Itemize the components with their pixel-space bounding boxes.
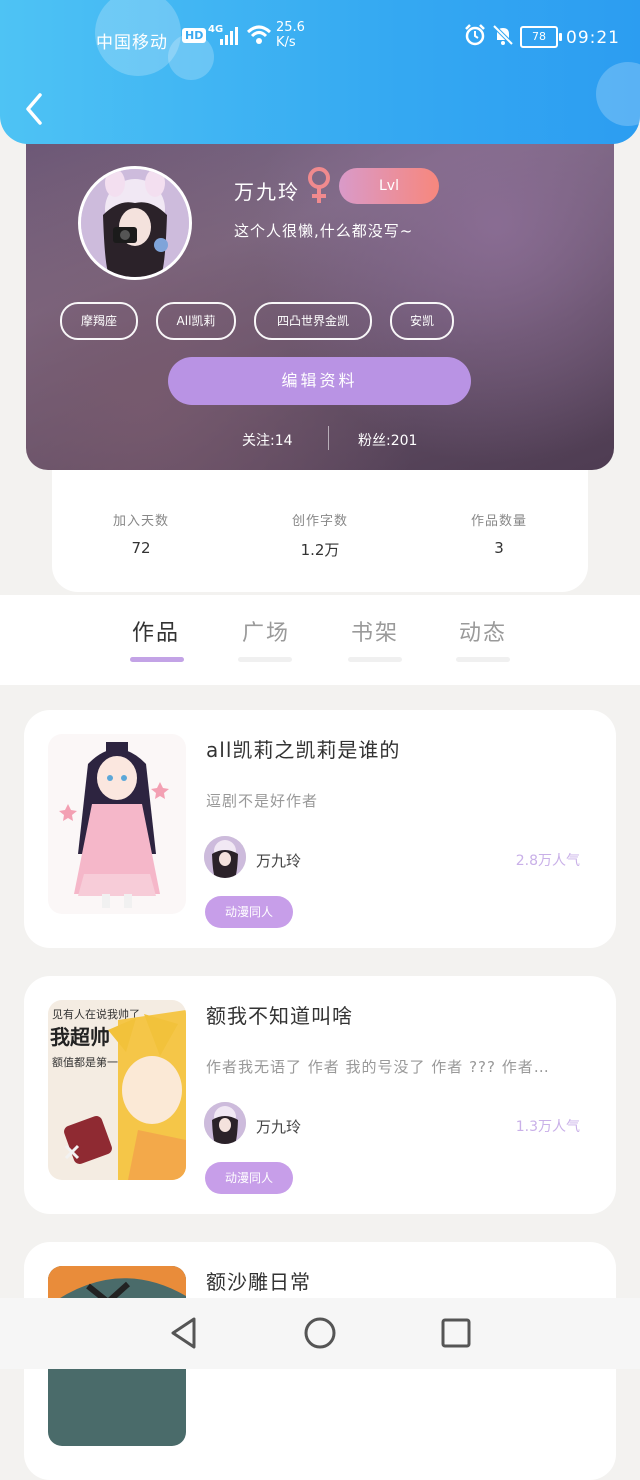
female-icon [308, 167, 330, 203]
stat-join-days: 加入天数 72 [76, 510, 206, 557]
hd-badge: HD [182, 28, 207, 43]
system-nav-bar [0, 1298, 640, 1369]
mute-bell-icon [492, 24, 514, 46]
author-name: 万九玲 [256, 852, 302, 870]
author-name: 万九玲 [256, 1118, 302, 1136]
tab-indicator [130, 657, 184, 662]
work-title[interactable]: all凯莉之凯莉是谁的 [206, 734, 400, 763]
cover-text: 我超帅 [50, 1025, 110, 1049]
follow-count[interactable]: 关注:14 [242, 430, 293, 450]
wifi-icon [246, 25, 272, 44]
decorative-bubble [596, 62, 640, 126]
top-header: 中国移动 HD 4G 25.6 K/s 78 09:21 [0, 0, 640, 144]
battery-icon: 78 [520, 26, 562, 48]
popularity: 1.3万人气 [515, 1119, 580, 1135]
author-avatar[interactable] [204, 1102, 246, 1144]
stat-value: 1.2万 [300, 541, 340, 559]
home-circle-icon[interactable] [303, 1316, 337, 1350]
edit-profile-button[interactable]: 编辑资料 [168, 357, 471, 405]
speed-value: 25.6 [276, 20, 305, 35]
recents-square-icon[interactable] [440, 1316, 472, 1350]
work-description: 逗剧不是好作者 [206, 792, 319, 810]
speed-unit: K/s [276, 35, 296, 50]
stat-word-count: 创作字数 1.2万 [255, 510, 385, 560]
work-cover[interactable] [48, 734, 186, 914]
signal-icon [220, 27, 238, 45]
stat-value: 3 [494, 539, 504, 557]
tab-square[interactable]: 广场 [236, 615, 296, 647]
level-badge: Lvl [339, 168, 439, 204]
profile-name: 万九玲 [234, 180, 300, 204]
category-tag[interactable]: 动漫同人 [205, 1162, 293, 1194]
avatar[interactable] [78, 166, 192, 280]
status-bar: 中国移动 HD 4G 25.6 K/s 78 09:21 [0, 18, 640, 58]
popularity: 2.8万人气 [515, 853, 580, 869]
profile-tag[interactable]: All凯莉 [156, 302, 236, 340]
stat-work-count: 作品数量 3 [434, 510, 564, 557]
fans-count[interactable]: 粉丝:201 [358, 430, 417, 450]
profile-card: 万九玲 Lvl 这个人很懒,什么都没写~ 摩羯座 All凯莉 四凸世界金凯 安凯… [26, 120, 614, 470]
tab-indicator [238, 657, 292, 662]
tab-bookshelf[interactable]: 书架 [345, 615, 405, 647]
profile-tag[interactable]: 四凸世界金凯 [254, 302, 372, 340]
alarm-icon [465, 24, 485, 46]
tab-works[interactable]: 作品 [126, 615, 186, 647]
stat-value: 72 [131, 539, 151, 557]
tab-activity[interactable]: 动态 [453, 615, 513, 647]
profile-tag[interactable]: 摩羯座 [60, 302, 138, 340]
cover-text: 额值都是第一 [52, 1055, 118, 1069]
chevron-left-icon[interactable] [20, 92, 50, 126]
clock: 09:21 [566, 28, 620, 48]
stat-label: 创作字数 [291, 514, 348, 529]
profile-tag[interactable]: 安凯 [390, 302, 454, 340]
tab-bar: 作品 广场 书架 动态 [0, 595, 640, 685]
author-avatar[interactable] [204, 836, 246, 878]
network-speed: 25.6 K/s [276, 20, 305, 50]
tab-indicator [456, 657, 510, 662]
carrier-label: 中国移动 [96, 33, 168, 53]
work-description: 作者我无语了 作者 我的号没了 作者 ??? 作者… [206, 1058, 550, 1076]
work-title[interactable]: 额我不知道叫啥 [206, 1000, 353, 1029]
profile-signature: 这个人很懒,什么都没写~ [234, 222, 414, 240]
tab-indicator [348, 657, 402, 662]
work-card[interactable]: 见有人在说我帅了 我超帅 额值都是第一 额我不知道叫啥 作者我无语了 作者 我的… [24, 976, 616, 1214]
work-cover[interactable]: 见有人在说我帅了 我超帅 额值都是第一 [48, 1000, 186, 1180]
stat-label: 加入天数 [112, 514, 169, 529]
category-tag[interactable]: 动漫同人 [205, 896, 293, 928]
work-title[interactable]: 额沙雕日常 [206, 1266, 311, 1295]
work-card[interactable]: all凯莉之凯莉是谁的 逗剧不是好作者 万九玲 2.8万人气 动漫同人 [24, 710, 616, 948]
stat-label: 作品数量 [470, 514, 527, 529]
divider [328, 426, 329, 450]
back-triangle-icon[interactable] [168, 1316, 200, 1350]
